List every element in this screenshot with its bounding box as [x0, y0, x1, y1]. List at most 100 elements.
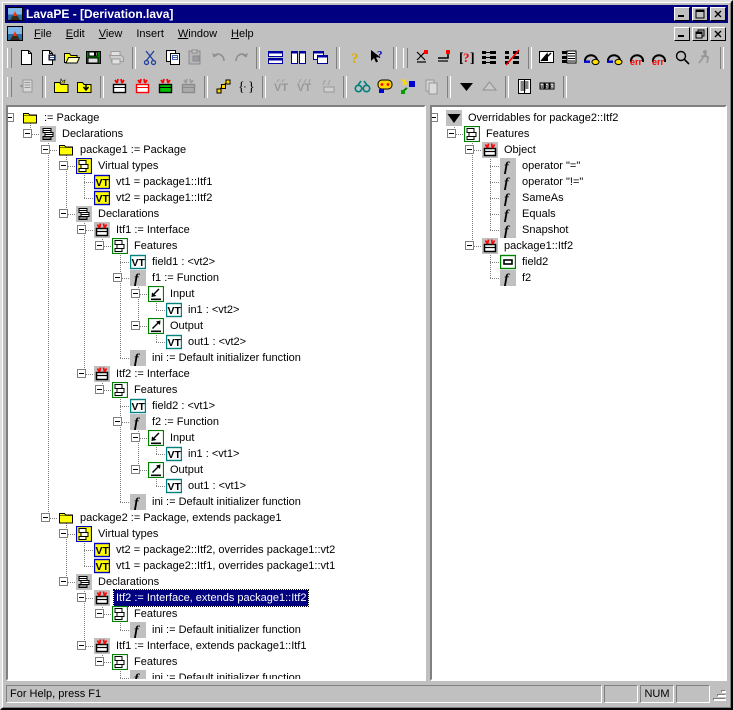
step-forward-icon[interactable]	[603, 47, 626, 69]
tree-row[interactable]: Virtual types	[8, 526, 424, 542]
tree-row[interactable]: fini := Default initializer function	[8, 670, 424, 681]
import-package-icon[interactable]	[73, 76, 96, 98]
maximize-button[interactable]	[692, 7, 708, 21]
collapse-minus-icon[interactable]	[41, 145, 50, 154]
collapse-minus-icon[interactable]	[465, 241, 474, 250]
menu-insert[interactable]: Insert	[129, 26, 171, 42]
tree-row[interactable]: VTvt1 = package1::Itf1	[8, 174, 424, 190]
document-view-icon[interactable]	[513, 76, 536, 98]
print-icon[interactable]	[105, 47, 128, 69]
collapse-minus-icon[interactable]	[95, 609, 104, 618]
tree-row[interactable]: fini := Default initializer function	[8, 494, 424, 510]
build-list-icon[interactable]	[558, 47, 581, 69]
undo-icon[interactable]	[207, 47, 230, 69]
tree-row[interactable]: field2	[432, 254, 725, 270]
collapse-minus-icon[interactable]	[59, 577, 68, 586]
goto-definition-icon[interactable]	[433, 47, 456, 69]
redo-icon[interactable]	[230, 47, 253, 69]
tree-row[interactable]: Input	[8, 286, 424, 302]
volcano-icon[interactable]	[7, 7, 23, 21]
tree-row[interactable]: VTout1 : <vt2>	[8, 334, 424, 350]
tree-row[interactable]: := Package	[8, 110, 424, 126]
goto-declaration-icon[interactable]	[411, 47, 434, 69]
context-help-icon[interactable]: ?	[366, 47, 389, 69]
tree-row[interactable]: Declarations	[8, 126, 424, 142]
tree-row[interactable]: fini := Default initializer function	[8, 350, 424, 366]
tree-row[interactable]: VTfield1 : <vt2>	[8, 254, 424, 270]
tree-row[interactable]: Declarations	[8, 574, 424, 590]
tree-row[interactable]: fSameAs	[432, 190, 725, 206]
collapse-minus-icon[interactable]	[59, 209, 68, 218]
tree-row[interactable]: fini := Default initializer function	[8, 622, 424, 638]
tree-row[interactable]: Itf1 := Interface, extends package1::Itf…	[8, 638, 424, 654]
new-interface-icon[interactable]	[131, 76, 154, 98]
collapse-minus-icon[interactable]	[113, 417, 122, 426]
show-overridables-icon[interactable]	[479, 47, 502, 69]
tree-row[interactable]: Output	[8, 318, 424, 334]
collapse-minus-icon[interactable]	[131, 321, 140, 330]
declaration-tree[interactable]: := PackageDeclarationspackage1 := Packag…	[8, 107, 424, 681]
collapse-minus-icon[interactable]	[77, 641, 86, 650]
new-copy-icon[interactable]	[37, 47, 60, 69]
tile-vertical-icon[interactable]	[287, 47, 310, 69]
new-type-icon[interactable]	[177, 76, 200, 98]
collapse-minus-icon[interactable]	[430, 113, 438, 122]
collapse-minus-icon[interactable]	[77, 225, 86, 234]
collapse-minus-icon[interactable]	[95, 385, 104, 394]
collapse-minus-icon[interactable]	[59, 161, 68, 170]
open-folder-icon[interactable]	[60, 47, 83, 69]
document-volcano-icon[interactable]	[7, 26, 23, 41]
collapse-minus-icon[interactable]	[77, 369, 86, 378]
new-function-icon[interactable]	[212, 76, 235, 98]
comment-icon[interactable]	[374, 76, 397, 98]
tile-horizontal-icon[interactable]	[264, 47, 287, 69]
menu-file[interactable]: File	[27, 26, 59, 42]
paste-icon[interactable]	[185, 47, 208, 69]
new-class-icon[interactable]	[108, 76, 131, 98]
error-forward-icon[interactable]: err	[648, 47, 671, 69]
menu-help[interactable]: Help	[224, 26, 261, 42]
new-block-icon[interactable]: {·}	[235, 76, 258, 98]
tree-row[interactable]: Declarations	[8, 206, 424, 222]
find-icon[interactable]	[671, 47, 694, 69]
collapse-minus-icon[interactable]	[41, 513, 50, 522]
collapse-minus-icon[interactable]	[113, 273, 122, 282]
tree-row[interactable]: Output	[8, 462, 424, 478]
copy-struct-icon[interactable]	[420, 76, 443, 98]
tree-row[interactable]: foperator "="	[432, 158, 725, 174]
tree-row[interactable]: Features	[8, 382, 424, 398]
new-package-icon[interactable]	[50, 76, 73, 98]
collapse-minus-icon[interactable]	[6, 113, 14, 122]
minimize-button[interactable]	[674, 7, 690, 21]
tree-row[interactable]: Virtual types	[8, 158, 424, 174]
step-back-icon[interactable]	[581, 47, 604, 69]
declaration-tree-pane[interactable]: := PackageDeclarationspackage1 := Packag…	[6, 105, 426, 681]
resize-grip[interactable]	[713, 687, 727, 701]
cascade-icon[interactable]	[309, 47, 332, 69]
tree-row[interactable]: Overridables for package2::Itf2	[432, 110, 725, 126]
copy-icon[interactable]	[162, 47, 185, 69]
run-program-icon[interactable]	[536, 47, 559, 69]
menu-window[interactable]: Window	[171, 26, 224, 42]
tree-row[interactable]: ff2	[432, 270, 725, 286]
tree-row[interactable]: package1::Itf2	[432, 238, 725, 254]
mdi-minimize-button[interactable]	[674, 27, 690, 41]
collapse-minus-icon[interactable]	[95, 241, 104, 250]
move-down-icon[interactable]	[455, 76, 478, 98]
tree-row[interactable]: Features	[8, 654, 424, 670]
collapse-minus-icon[interactable]	[131, 433, 140, 442]
abc-view-icon[interactable]: abc	[536, 76, 559, 98]
overridables-tree-pane[interactable]: Overridables for package2::Itf2FeaturesO…	[430, 105, 727, 681]
collapse-minus-icon[interactable]	[131, 289, 140, 298]
tree-row[interactable]: Features	[432, 126, 725, 142]
move-up-icon[interactable]	[478, 76, 501, 98]
tree-row[interactable]: Itf2 := Interface	[8, 366, 424, 382]
collapse-minus-icon[interactable]	[447, 129, 456, 138]
mdi-close-button[interactable]	[710, 27, 726, 41]
tree-row[interactable]: VTin1 : <vt2>	[8, 302, 424, 318]
view-binoculars-icon[interactable]	[351, 76, 374, 98]
tree-row[interactable]: package1 := Package	[8, 142, 424, 158]
collapse-minus-icon[interactable]	[77, 593, 86, 602]
debug-run-icon[interactable]	[693, 47, 716, 69]
menu-edit[interactable]: Edit	[59, 26, 92, 42]
